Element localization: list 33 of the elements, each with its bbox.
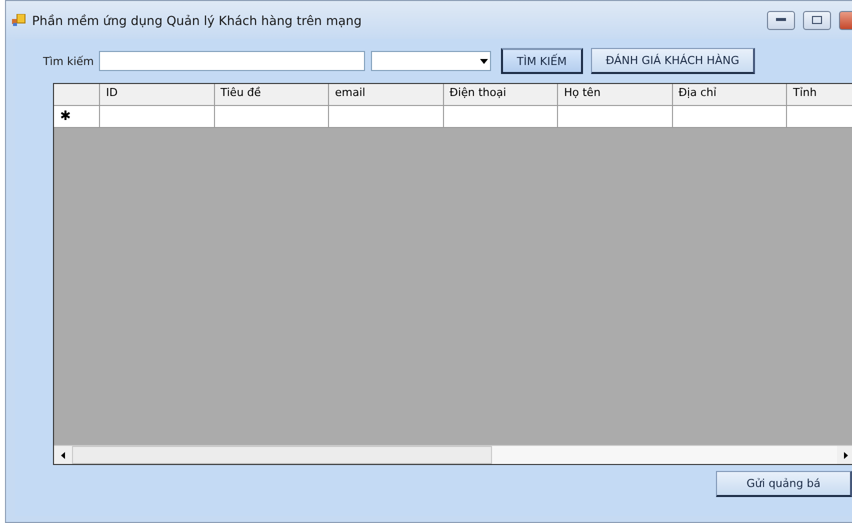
close-button[interactable] (839, 10, 852, 30)
row-header-corner (54, 84, 100, 106)
column-header[interactable]: Điện thoại (444, 84, 558, 106)
column-header[interactable]: Tiêu đề (214, 84, 329, 106)
search-button[interactable]: TÌM KIẾM (500, 48, 583, 74)
search-label: Tìm kiếm (43, 54, 94, 68)
app-icon (12, 14, 26, 26)
filter-dropdown[interactable] (370, 51, 491, 71)
column-header[interactable]: Địa chỉ (672, 84, 787, 106)
column-header[interactable]: Họ tên (558, 84, 672, 106)
table-cell[interactable] (329, 106, 444, 128)
minimize-button[interactable] (767, 10, 795, 30)
horizontal-scrollbar[interactable] (54, 445, 852, 464)
minimize-icon (776, 18, 786, 22)
table-cell[interactable] (100, 106, 214, 128)
window-title: Phần mềm ứng dụng Quản lý Khách hàng trên mạng (32, 12, 363, 28)
caret-icon (480, 58, 488, 64)
table-cell[interactable] (214, 106, 329, 128)
maximize-button[interactable] (803, 10, 831, 30)
column-header[interactable]: Tỉnh (787, 84, 852, 106)
maximize-icon (812, 16, 822, 24)
send-promotion-button[interactable]: Gửi quảng bá (716, 471, 852, 497)
column-header[interactable]: ID (100, 84, 214, 106)
rate-customers-button[interactable]: ĐÁNH GIÁ KHÁCH HÀNG (590, 48, 756, 74)
table-cell[interactable] (558, 106, 672, 128)
table-cell[interactable] (672, 106, 787, 128)
new-row-marker: ✱ (54, 106, 100, 128)
table-cell[interactable] (444, 106, 558, 128)
search-field[interactable] (98, 51, 365, 71)
scroll-left-icon (61, 452, 65, 458)
scroll-thumb[interactable] (72, 446, 492, 464)
scroll-right-icon (844, 452, 848, 458)
column-header[interactable]: email (329, 84, 444, 106)
